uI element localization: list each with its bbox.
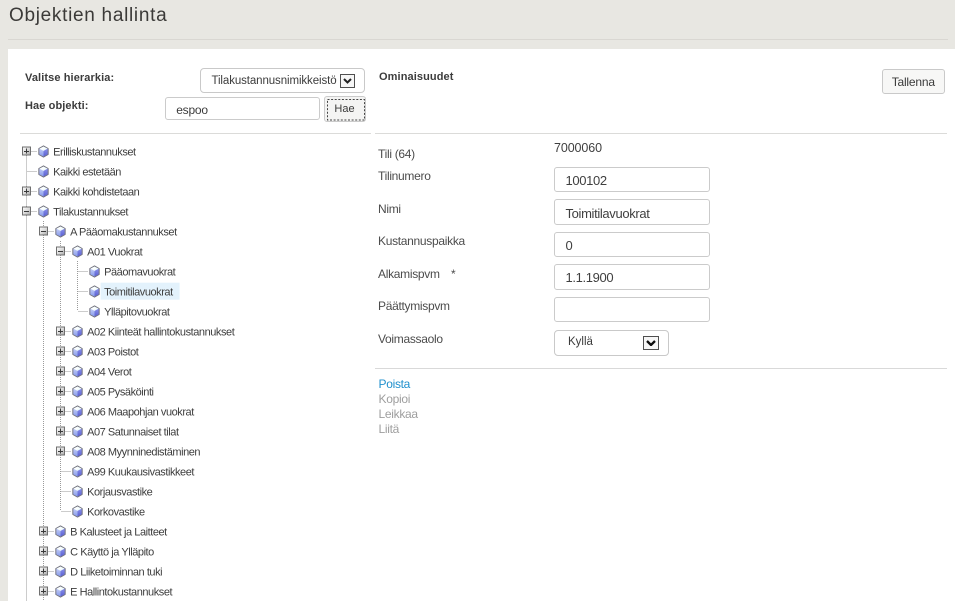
svg-text:Korjausvastike: Korjausvastike — [87, 486, 153, 498]
svg-text:C Käyttö ja Ylläpito: C Käyttö ja Ylläpito — [70, 546, 154, 558]
svg-text:B Kalusteet ja Laitteet: B Kalusteet ja Laitteet — [70, 526, 167, 538]
svg-text:A04 Verot: A04 Verot — [87, 366, 132, 378]
svg-text:D Liiketoiminnan tuki: D Liiketoiminnan tuki — [70, 566, 162, 578]
svg-text:Korkovastike: Korkovastike — [87, 506, 145, 518]
svg-text:A02 Kiinteät hallintokustannuk: A02 Kiinteät hallintokustannukset — [87, 326, 235, 338]
svg-text:A99 Kuukausivastikkeet: A99 Kuukausivastikkeet — [87, 466, 194, 478]
svg-text:Kaikki estetään: Kaikki estetään — [53, 166, 121, 178]
svg-text:A05 Pysäköinti: A05 Pysäköinti — [87, 386, 153, 398]
svg-text:A07 Satunnaiset tilat: A07 Satunnaiset tilat — [87, 426, 179, 438]
svg-text:A08 Myynninedistäminen: A08 Myynninedistäminen — [87, 446, 200, 458]
svg-text:A Pääomakustannukset: A Pääomakustannukset — [70, 226, 177, 238]
svg-text:A01 Vuokrat: A01 Vuokrat — [87, 246, 143, 258]
svg-text:Pääomavuokrat: Pääomavuokrat — [104, 266, 176, 278]
svg-text:Ylläpitovuokrat: Ylläpitovuokrat — [104, 306, 170, 318]
svg-text:Kaikki kohdistetaan: Kaikki kohdistetaan — [53, 186, 140, 198]
svg-text:Toimitilavuokrat: Toimitilavuokrat — [104, 286, 173, 298]
svg-text:A06 Maapohjan vuokrat: A06 Maapohjan vuokrat — [87, 406, 194, 418]
svg-text:A03 Poistot: A03 Poistot — [87, 346, 139, 358]
svg-text:Tilakustannukset: Tilakustannukset — [53, 206, 128, 218]
svg-text:E Hallintokustannukset: E Hallintokustannukset — [70, 586, 172, 598]
svg-text:Erilliskustannukset: Erilliskustannukset — [53, 146, 136, 158]
